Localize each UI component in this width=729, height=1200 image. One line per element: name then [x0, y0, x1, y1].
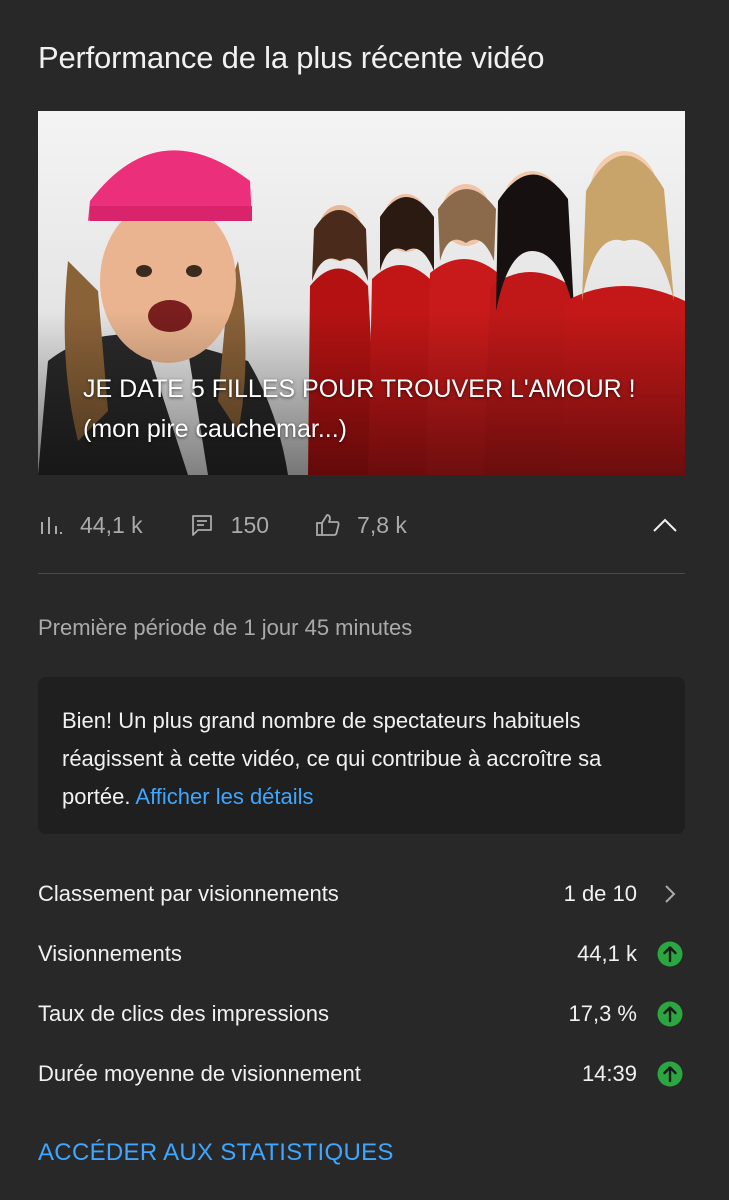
metric-value: 17,3 %: [568, 1001, 638, 1026]
likes-count: 7,8 k: [357, 511, 407, 538]
chevron-up-icon[interactable]: [651, 511, 679, 539]
metric-label: Classement par visionnements: [38, 881, 339, 906]
card-title: Performance de la plus récente vidéo: [38, 40, 545, 75]
metric-label: Durée moyenne de visionnement: [38, 1061, 361, 1086]
metrics-list: Classement par visionnements 1 de 10 Vis…: [38, 864, 685, 1104]
chevron-right-icon[interactable]: [657, 881, 683, 907]
thumbs-up-icon: [315, 512, 341, 538]
metric-label: Visionnements: [38, 941, 182, 966]
metric-value: 1 de 10: [563, 881, 637, 906]
metric-row-views: Visionnements 44,1 k: [38, 924, 685, 984]
comment-icon: [189, 512, 215, 538]
metric-row-ctr: Taux de clics des impressions 17,3 %: [38, 984, 685, 1044]
views-count: 44,1 k: [80, 511, 143, 538]
metric-label: Taux de clics des impressions: [38, 1001, 330, 1026]
views-stat: 44,1 k: [38, 512, 143, 539]
video-thumbnail[interactable]: JE DATE 5 FILLES POUR TROUVER L'AMOUR ! …: [38, 111, 685, 475]
thumbnail-caption: JE DATE 5 FILLES POUR TROUVER L'AMOUR ! …: [83, 375, 636, 443]
comments-count: 150: [230, 511, 270, 538]
comments-stat: 150: [189, 512, 269, 539]
divider: [38, 573, 685, 574]
trend-up-icon: [657, 1061, 683, 1087]
show-details-link[interactable]: Afficher les détails: [135, 784, 313, 809]
trend-up-icon: [657, 941, 683, 967]
metric-value: 44,1 k: [577, 941, 637, 966]
metric-row-ranking[interactable]: Classement par visionnements 1 de 10: [38, 864, 685, 924]
trend-up-icon: [657, 1001, 683, 1027]
go-to-analytics-button[interactable]: ACCÉDER AUX STATISTIQUES: [38, 1139, 394, 1167]
latest-video-performance-card: Performance de la plus récente vidéo JE …: [0, 0, 729, 1200]
first-period-label: Première période de 1 jour 45 minutes: [38, 615, 413, 640]
likes-stat: 7,8 k: [315, 512, 407, 539]
video-stats-row: 44,1 k 150 7,8 k: [38, 505, 685, 545]
insight-notice: Bien! Un plus grand nombre de spectateur…: [38, 677, 685, 834]
metric-value: 14:39: [581, 1061, 637, 1086]
bar-chart-icon: [38, 512, 64, 538]
metric-row-avg-duration: Durée moyenne de visionnement 14:39: [38, 1044, 685, 1104]
